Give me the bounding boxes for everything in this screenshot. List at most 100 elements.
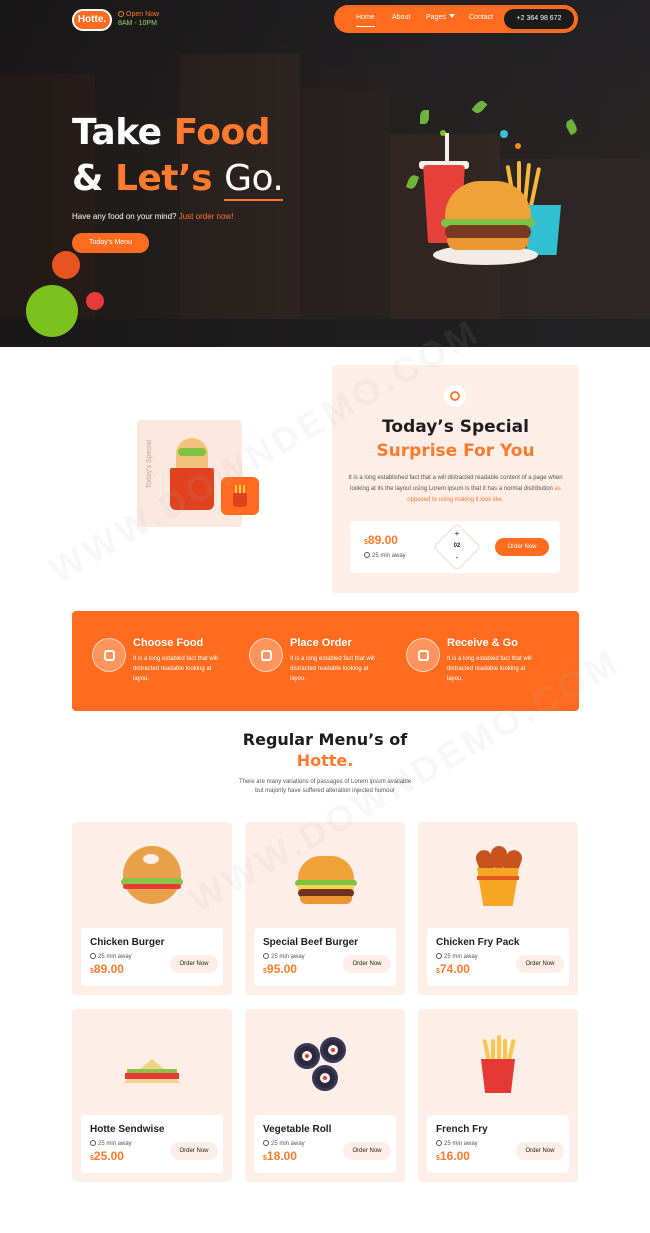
step-title: Receive & Go (447, 637, 518, 649)
sandwich-tomato (125, 1073, 179, 1079)
order-now-button[interactable]: Order Now (343, 1142, 391, 1160)
order-now-button[interactable]: Order Now (516, 1142, 564, 1160)
special-delivery-time: 25 min away (364, 552, 406, 559)
wrap-filling (178, 448, 206, 456)
fry (497, 1035, 501, 1061)
clock-icon (436, 953, 442, 959)
step-desc: It is a long establed fact that will dis… (447, 656, 532, 682)
leaf-icon (405, 173, 420, 191)
special-order-box: $89.00 25 min away + 02 - Order Now (350, 521, 560, 573)
roll-piece (294, 1043, 320, 1069)
order-now-button[interactable]: Order Now (170, 1142, 218, 1160)
menu-item-time: 25 min away (436, 1140, 478, 1147)
open-now-label: Open Now (118, 10, 159, 19)
menu-item-time: 25 min away (436, 953, 478, 960)
chicken-bucket-icon (463, 842, 533, 908)
decor-circle (26, 285, 78, 337)
leaf-icon (420, 110, 429, 124)
price-value: 18.00 (266, 1149, 297, 1163)
logo[interactable]: Hotte. (72, 9, 112, 31)
menu-item-name: Vegetable Roll (263, 1124, 332, 1135)
clock-icon (263, 1140, 269, 1146)
bun-bottom (447, 238, 529, 250)
menu-card[interactable]: Chicken Fry Pack 25 min away $74.00 Orde… (418, 822, 578, 995)
menu-subtitle: Hotte. (296, 751, 354, 770)
away-text: 25 min away (271, 1141, 305, 1147)
clock-icon (364, 552, 370, 558)
order-now-button[interactable]: Order Now (343, 955, 391, 973)
step-place-order: Place Order It is a long establed fact t… (229, 637, 379, 693)
quantity-stepper: + 02 - (440, 529, 474, 565)
menu-card-info: Hotte Sendwise 25 min away $25.00 Order … (81, 1115, 223, 1173)
step-title: Choose Food (133, 637, 204, 649)
patty (445, 225, 531, 239)
roll-filling (331, 1048, 335, 1052)
mini-fries-icon (233, 493, 247, 507)
clock-icon (90, 1140, 96, 1146)
bagel-tomato (123, 884, 181, 889)
badge-icon (450, 391, 460, 401)
special-badge (444, 385, 466, 407)
special-title: Today’s Special (382, 417, 529, 437)
hero-title-word: & (72, 158, 115, 199)
bun-bottom (300, 896, 352, 904)
decor-circle (86, 292, 104, 310)
away-text: 25 min away (98, 954, 132, 960)
decor-dot (515, 143, 521, 149)
wrap-icon (170, 438, 214, 510)
price-value: 25.00 (93, 1149, 124, 1163)
phone-button[interactable]: +2 364 98 672 (504, 9, 574, 29)
hero-title-word: Take (72, 112, 174, 153)
order-now-button[interactable]: Order Now (516, 955, 564, 973)
todays-menu-button[interactable]: Today's Menu (72, 233, 149, 253)
fry (528, 167, 542, 207)
menu-item-name: Chicken Fry Pack (436, 937, 520, 948)
step-desc: It is a long establed fact that will dis… (133, 656, 218, 682)
hero-food-illustration (405, 95, 580, 275)
nav-about[interactable]: About (392, 13, 410, 23)
delivery-icon (406, 638, 440, 672)
price-value: 89.00 (367, 533, 398, 547)
price-value: 95.00 (266, 962, 297, 976)
menu-card[interactable]: French Fry 25 min away $16.00 Order Now (418, 1009, 578, 1182)
qty-value: 02 (453, 543, 461, 549)
menu-card[interactable]: Hotte Sendwise 25 min away $25.00 Order … (72, 1009, 232, 1182)
step-desc: It is a long establed fact that will dis… (290, 656, 375, 682)
hero-title-highlight: Food (173, 112, 271, 153)
qty-increment-button[interactable]: + (440, 529, 474, 539)
clock-icon (436, 1140, 442, 1146)
nav-pages[interactable]: Pages (426, 13, 455, 23)
bucket-stripe (477, 876, 519, 880)
menu-card[interactable]: Vegetable Roll 25 min away $18.00 Order … (245, 1009, 405, 1182)
away-text: 25 min away (444, 954, 478, 960)
steps-band: Choose Food It is a long establed fact t… (72, 611, 579, 711)
price-value: 89.00 (93, 962, 124, 976)
special-price: $89.00 (364, 533, 398, 547)
nav-pages-label: Pages (426, 14, 446, 21)
order-bag-icon-glyph (261, 650, 272, 661)
order-now-button[interactable]: Order Now (170, 955, 218, 973)
roll-filling (305, 1054, 309, 1058)
menu-item-time: 25 min away (263, 953, 305, 960)
fries-tile (221, 477, 259, 515)
price-value: 74.00 (439, 962, 470, 976)
french-fries-icon (463, 1029, 533, 1095)
menu-item-time: 25 min away (90, 953, 132, 960)
clock-icon (118, 11, 124, 17)
menu-card[interactable]: Special Beef Burger 25 min away $95.00 O… (245, 822, 405, 995)
nav-contact[interactable]: Contact (469, 13, 493, 23)
leaf-icon (564, 118, 579, 136)
menu-card[interactable]: Chicken Burger 25 min away $89.00 Order … (72, 822, 232, 995)
menu-item-price: $16.00 (436, 1149, 470, 1163)
bucket (477, 868, 519, 906)
special-order-button[interactable]: Order Now (495, 538, 549, 556)
nav-home[interactable]: Home (356, 13, 375, 27)
menu-description: There are many variations of passages of… (238, 779, 412, 794)
menu-item-name: French Fry (436, 1124, 488, 1135)
sandwich-icon (117, 1029, 187, 1095)
fries-box (481, 1059, 515, 1093)
menu-item-price: $95.00 (263, 962, 297, 976)
menu-item-time: 25 min away (263, 1140, 305, 1147)
roll-piece (312, 1065, 338, 1091)
qty-decrement-button[interactable]: - (440, 553, 474, 563)
